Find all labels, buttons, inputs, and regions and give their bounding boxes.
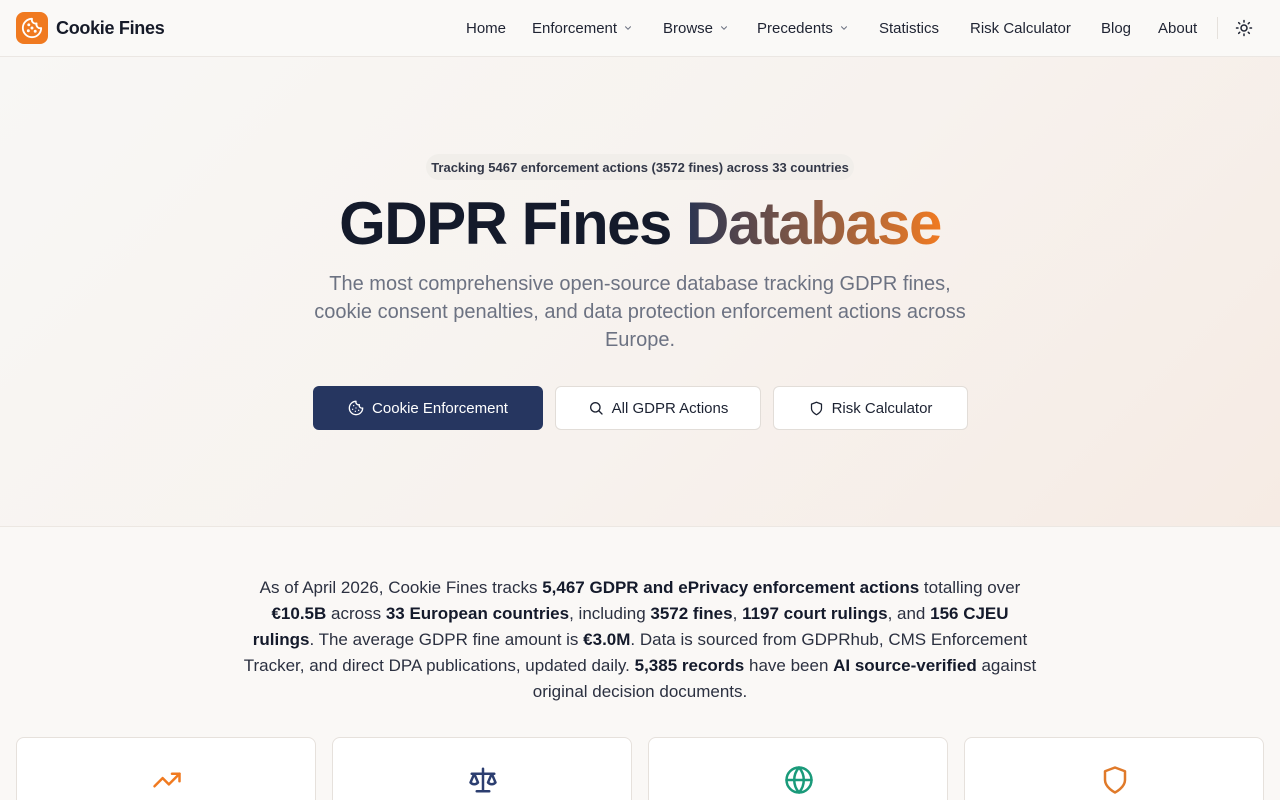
summary-highlight: €10.5B xyxy=(271,604,327,623)
nav-risk-calculator[interactable]: Risk Calculator xyxy=(970,17,1071,39)
nav-risk-calculator-label: Risk Calculator xyxy=(970,19,1071,37)
title-accent: Database xyxy=(686,190,942,257)
summary-paragraph: As of April 2026, Cookie Fines tracks 5,… xyxy=(240,575,1040,705)
nav-blog-label: Blog xyxy=(1101,19,1132,37)
summary-highlight: €3.0M xyxy=(583,630,631,649)
nav-about-label: About xyxy=(1158,19,1198,37)
feature-card-rulings[interactable] xyxy=(332,737,632,800)
summary-highlight: 5,385 records xyxy=(634,656,745,675)
hero-section: Tracking 5467 enforcement actions (3572 … xyxy=(0,57,1280,527)
nav-statistics-label: Statistics xyxy=(879,19,940,37)
chevron-down-icon xyxy=(839,23,849,33)
site-header: Cookie Fines Home Enforcement Browse Pre… xyxy=(0,0,1280,57)
summary-highlight: AI source-verified xyxy=(833,656,977,675)
nav-divider xyxy=(1217,17,1218,39)
trending-up-icon xyxy=(151,764,183,796)
summary-text: totalling over xyxy=(919,578,1021,597)
nav-home-label: Home xyxy=(466,19,507,37)
all-gdpr-actions-button[interactable]: All GDPR Actions xyxy=(555,386,761,430)
theme-toggle-button[interactable] xyxy=(1232,16,1256,40)
nav-home[interactable]: Home xyxy=(466,17,506,39)
nav-browse[interactable]: Browse xyxy=(663,17,729,39)
scale-icon xyxy=(467,764,499,796)
risk-calculator-button[interactable]: Risk Calculator xyxy=(773,386,968,430)
search-icon xyxy=(588,400,604,416)
cookie-logo-icon xyxy=(16,12,48,44)
feature-card-trends[interactable] xyxy=(16,737,316,800)
shield-icon xyxy=(809,401,824,416)
tracking-badge: Tracking 5467 enforcement actions (3572 … xyxy=(426,154,854,180)
globe-icon xyxy=(783,764,815,796)
feature-card-compliance[interactable] xyxy=(964,737,1264,800)
summary-text: across xyxy=(326,604,386,623)
summary-highlight: 1197 court rulings xyxy=(742,604,888,623)
summary-highlight: 33 European countries xyxy=(385,604,570,623)
nav-enforcement-label: Enforcement xyxy=(532,19,618,37)
shield-icon xyxy=(1099,764,1131,796)
risk-calculator-label: Risk Calculator xyxy=(831,399,933,417)
summary-text: . The average GDPR fine amount is xyxy=(309,630,584,649)
nav-blog[interactable]: Blog xyxy=(1101,17,1131,39)
nav-enforcement[interactable]: Enforcement xyxy=(532,17,633,39)
feature-card-countries[interactable] xyxy=(648,737,948,800)
sun-icon xyxy=(1235,19,1253,37)
summary-text: , xyxy=(732,604,743,623)
chevron-down-icon xyxy=(623,23,633,33)
title-main: GDPR Fines xyxy=(339,190,687,257)
summary-text: , and xyxy=(887,604,931,623)
all-gdpr-actions-label: All GDPR Actions xyxy=(611,399,729,417)
summary-text: have been xyxy=(744,656,834,675)
nav-precedents-label: Precedents xyxy=(757,19,833,37)
summary-text: , including xyxy=(569,604,651,623)
nav-browse-label: Browse xyxy=(663,19,714,37)
cookie-enforcement-button[interactable]: Cookie Enforcement xyxy=(313,386,543,430)
brand-name: Cookie Fines xyxy=(56,17,165,38)
nav-statistics[interactable]: Statistics xyxy=(879,17,939,39)
nav-precedents[interactable]: Precedents xyxy=(757,17,849,39)
chevron-down-icon xyxy=(719,23,729,33)
cookie-enforcement-label: Cookie Enforcement xyxy=(372,399,508,417)
summary-text: As of April 2026, Cookie Fines tracks xyxy=(259,578,543,597)
cookie-icon xyxy=(348,400,364,416)
summary-highlight: 5,467 GDPR and ePrivacy enforcement acti… xyxy=(542,578,920,597)
page-title: GDPR Fines Database xyxy=(0,189,1280,258)
nav-about[interactable]: About xyxy=(1158,17,1197,39)
summary-highlight: 3572 fines xyxy=(650,604,733,623)
hero-subtitle: The most comprehensive open-source datab… xyxy=(314,273,966,351)
brand-link[interactable]: Cookie Fines xyxy=(16,12,165,44)
